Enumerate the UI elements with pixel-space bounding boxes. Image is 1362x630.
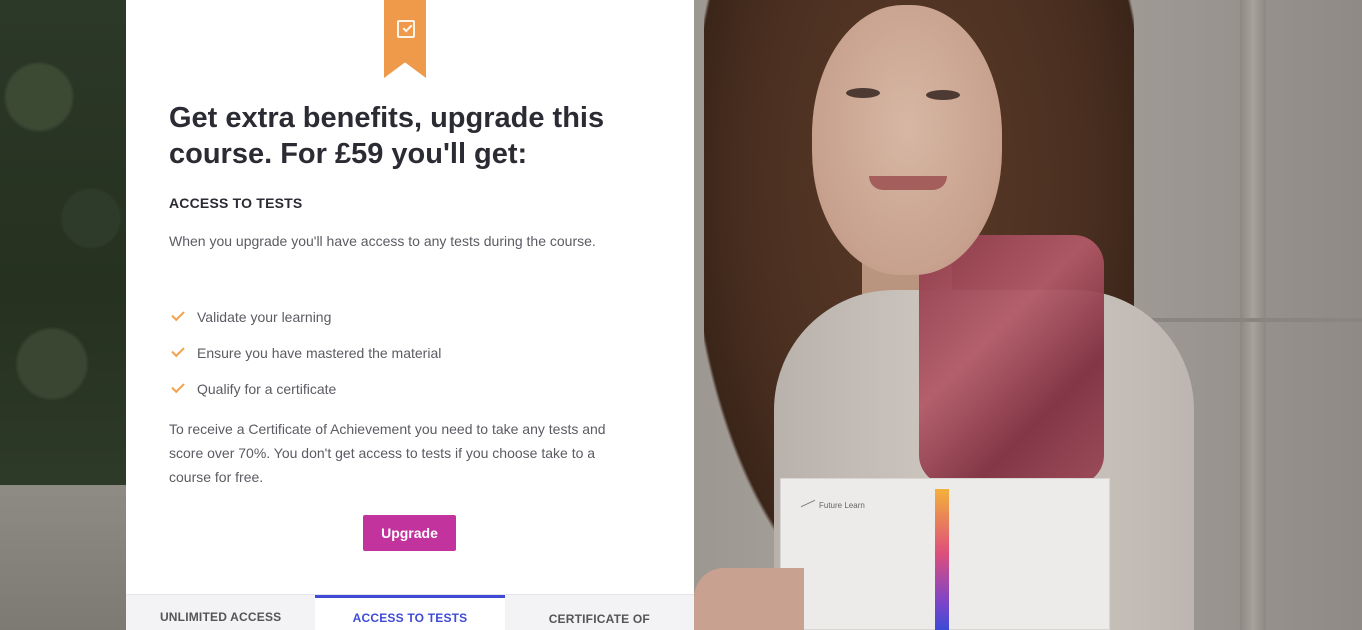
- right-eye: [926, 90, 960, 100]
- check-icon: [169, 381, 185, 397]
- stone-ledge: [0, 485, 130, 630]
- certificate-stripe: [935, 489, 949, 630]
- tab-certificate-of[interactable]: CERTIFICATE OF: [505, 595, 694, 630]
- modal-title: Get extra benefits, upgrade this course.…: [169, 102, 605, 170]
- benefit-label: Ensure you have mastered the material: [197, 345, 442, 361]
- tab-access-to-tests[interactable]: ACCESS TO TESTS: [315, 595, 505, 630]
- benefit-label: Validate your learning: [197, 309, 332, 325]
- checkmark-icon: [402, 22, 413, 33]
- mouth: [869, 176, 947, 190]
- hand: [694, 568, 804, 630]
- section-title: ACCESS TO TESTS: [169, 195, 303, 211]
- benefit-item: Ensure you have mastered the material: [169, 335, 441, 371]
- upgrade-button[interactable]: Upgrade: [363, 515, 456, 551]
- wall-pillar: [1240, 0, 1266, 630]
- intro-text: When you upgrade you'll have access to a…: [169, 233, 596, 249]
- checkbox-icon: [397, 20, 415, 38]
- tab-unlimited-access[interactable]: UNLIMITED ACCESS: [126, 595, 315, 630]
- hedge-background: [0, 0, 130, 485]
- benefit-label: Qualify for a certificate: [197, 381, 337, 397]
- check-icon: [169, 345, 185, 361]
- left-eye: [846, 88, 880, 98]
- face: [812, 5, 1002, 275]
- upgrade-modal: Get extra benefits, upgrade this course.…: [126, 0, 694, 630]
- certificate: Future Learn: [780, 478, 1110, 630]
- certificate-note: To receive a Certificate of Achievement …: [169, 421, 606, 485]
- benefits-list: Validate your learning Ensure you have m…: [169, 299, 441, 407]
- certificate-logo-text: Future Learn: [819, 501, 865, 510]
- future-learn-logo: Future Learn: [801, 499, 865, 517]
- check-icon: [169, 309, 185, 325]
- woman-with-certificate: Future Learn: [694, 0, 1214, 630]
- logo-mark-icon: [801, 499, 815, 517]
- benefit-item: Qualify for a certificate: [169, 371, 441, 407]
- ribbon-badge: [384, 0, 426, 78]
- benefit-item: Validate your learning: [169, 299, 441, 335]
- scarf: [919, 235, 1104, 485]
- benefit-tabs: UNLIMITED ACCESS ACCESS TO TESTS CERTIFI…: [126, 594, 694, 630]
